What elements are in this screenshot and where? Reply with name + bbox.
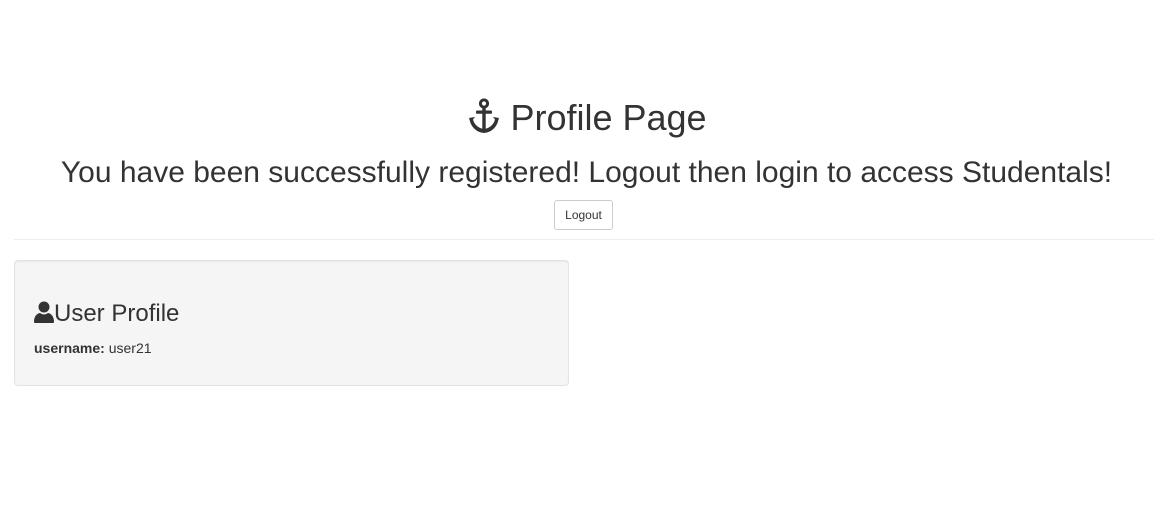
page-title: Profile Page — [0, 96, 1173, 144]
user-icon — [34, 299, 54, 333]
username-label: username: — [34, 340, 105, 356]
anchor-icon — [466, 98, 502, 144]
card-title: User Profile — [34, 297, 179, 333]
page-title-text: Profile Page — [510, 97, 707, 138]
logout-button[interactable]: Logout — [554, 200, 613, 230]
registration-message: You have been successfully registered! L… — [60, 156, 1113, 189]
profile-page: Profile Page You have been successfully … — [0, 0, 1173, 516]
card-title-text: User Profile — [54, 300, 180, 327]
username-value: user21 — [108, 340, 152, 356]
user-profile-card: User Profile username: user21 — [14, 260, 569, 386]
username-field: username: user21 — [34, 338, 152, 358]
divider — [14, 239, 1154, 240]
